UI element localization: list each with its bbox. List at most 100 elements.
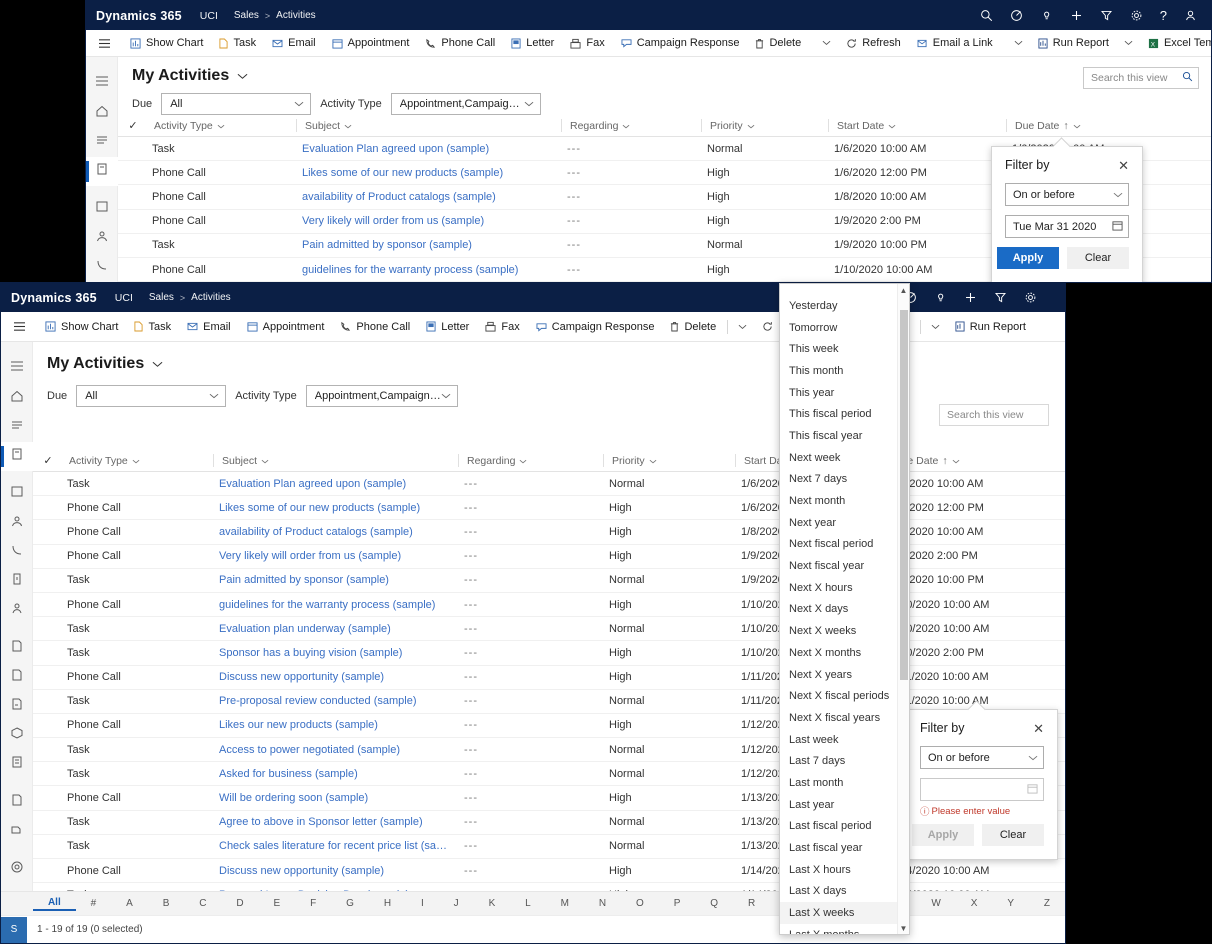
column-header-priority[interactable]: Priority: [701, 119, 828, 132]
alpha-index-j[interactable]: J: [439, 898, 474, 909]
calendar-icon[interactable]: [1027, 783, 1038, 797]
dropdown-item[interactable]: This month: [780, 360, 897, 382]
cmd-fax[interactable]: Fax: [562, 30, 612, 56]
nav-rail-dashboards[interactable]: [86, 195, 118, 224]
table-row[interactable]: Task Evaluation Plan agreed upon (sample)…: [33, 472, 1065, 497]
alpha-index-e[interactable]: E: [259, 898, 296, 909]
dropdown-item[interactable]: Last X hours: [780, 859, 897, 881]
clear-button[interactable]: Clear: [982, 824, 1044, 846]
scroll-down-arrow-icon[interactable]: ▼: [898, 922, 909, 934]
alpha-index-g[interactable]: G: [331, 898, 369, 909]
nav-rail-recent[interactable]: [86, 128, 118, 157]
alpha-index-#[interactable]: #: [76, 898, 111, 909]
column-header-subject[interactable]: Subject: [296, 119, 561, 132]
dropdown-item[interactable]: Next X fiscal years: [780, 707, 897, 729]
cmd-show-chart[interactable]: Show Chart: [37, 312, 126, 341]
chevron-down-icon[interactable]: [888, 120, 896, 132]
dropdown-item[interactable]: Tomorrow: [780, 317, 897, 339]
cmd-show-chart[interactable]: Show Chart: [122, 30, 211, 56]
alpha-index-r[interactable]: R: [733, 898, 770, 909]
cell-subject[interactable]: availability of Product catalogs (sample…: [211, 526, 456, 538]
cmd-email[interactable]: Email: [179, 312, 239, 341]
email-link-caret-icon[interactable]: [924, 312, 947, 341]
nav-rail-accounts[interactable]: [86, 224, 118, 253]
run-report-caret-icon[interactable]: [1117, 30, 1140, 56]
dropdown-item[interactable]: Next X years: [780, 664, 897, 686]
cell-subject[interactable]: Agree to above in Sponsor letter (sample…: [211, 816, 456, 828]
alpha-index-all[interactable]: All: [33, 897, 76, 911]
nav-rail-contacts[interactable]: [86, 253, 118, 282]
cell-subject[interactable]: Pre-proposal review conducted (sample): [211, 695, 456, 707]
nav-rail-orders[interactable]: [1, 692, 33, 721]
dropdown-item[interactable]: This fiscal year: [780, 425, 897, 447]
site-map-toggle[interactable]: [1, 321, 37, 332]
alpha-index-a[interactable]: A: [111, 898, 148, 909]
nav-rail-sales-literature[interactable]: [1, 788, 33, 817]
alpha-index-o[interactable]: O: [621, 898, 659, 909]
cmd-delete[interactable]: Delete: [662, 312, 724, 341]
gear-icon[interactable]: [1130, 9, 1143, 22]
cmd-task[interactable]: Task: [211, 30, 264, 56]
search-icon[interactable]: [980, 9, 993, 22]
activity-type-filter-select[interactable]: Appointment,Campaign Acti...: [390, 93, 541, 115]
cmd-appointment[interactable]: Appointment: [324, 30, 418, 56]
cmd-letter[interactable]: Letter: [418, 312, 477, 341]
table-row[interactable]: Task Evaluation plan underway (sample) ---…: [33, 617, 1065, 642]
nav-rail-activities[interactable]: [86, 157, 118, 186]
cell-subject[interactable]: availability of Product catalogs (sample…: [294, 191, 559, 203]
chevron-down-icon[interactable]: [344, 120, 352, 132]
cell-subject[interactable]: Check sales literature for recent price …: [211, 840, 456, 852]
site-map-toggle[interactable]: [86, 38, 122, 49]
alpha-index-w[interactable]: W: [916, 898, 955, 909]
close-icon[interactable]: ✕: [1118, 159, 1129, 172]
dropdown-item[interactable]: Next X hours: [780, 577, 897, 599]
column-header-due-date[interactable]: Due Date ↑: [1006, 119, 1196, 132]
dropdown-item[interactable]: Last week: [780, 729, 897, 751]
dropdown-item[interactable]: Last fiscal year: [780, 837, 897, 859]
cell-subject[interactable]: Likes some of our new products (sample): [294, 167, 559, 179]
command-bar-back[interactable]: Show Chart Task Email Appointment Phone …: [86, 30, 1211, 57]
cmd-campaign-response[interactable]: Campaign Response: [528, 312, 663, 341]
lightbulb-icon[interactable]: [934, 291, 947, 304]
cmd-excel-templates[interactable]: XExcel Templates: [1140, 30, 1211, 56]
dropdown-item[interactable]: Last X months: [780, 924, 897, 934]
nav-rail-quotes[interactable]: [1, 663, 33, 692]
breadcrumb[interactable]: Sales > Activities: [234, 10, 316, 21]
cell-subject[interactable]: Evaluation Plan agreed upon (sample): [211, 478, 456, 490]
alpha-index-l[interactable]: L: [510, 898, 545, 909]
cell-subject[interactable]: Evaluation Plan agreed upon (sample): [294, 143, 559, 155]
table-row[interactable]: Task Pain admitted by sponsor (sample) ---…: [33, 569, 1065, 593]
cell-subject[interactable]: Pain admitted by sponsor (sample): [294, 239, 559, 251]
alpha-index-h[interactable]: H: [369, 898, 406, 909]
dropdown-item[interactable]: Next X months: [780, 642, 897, 664]
column-header-due-date[interactable]: Due Date ↑: [885, 454, 1065, 467]
dropdown-item[interactable]: Next month: [780, 490, 897, 512]
nav-rail-opportunities[interactable]: [1, 596, 33, 625]
cell-subject[interactable]: guidelines for the warranty process (sam…: [211, 599, 456, 611]
breadcrumb-parent[interactable]: Sales: [234, 10, 259, 21]
cmd-task[interactable]: Task: [126, 312, 179, 341]
due-filter-select[interactable]: All: [161, 93, 312, 115]
target-icon[interactable]: [1010, 9, 1023, 22]
dropdown-item[interactable]: Last fiscal period: [780, 816, 897, 838]
alpha-index-f[interactable]: F: [295, 898, 331, 909]
dropdown-item[interactable]: Next fiscal year: [780, 555, 897, 577]
breadcrumb[interactable]: Sales > Activities: [149, 292, 231, 303]
nav-rail-goals[interactable]: [1, 855, 33, 884]
close-icon[interactable]: ✕: [1033, 722, 1044, 735]
alpha-index-m[interactable]: M: [546, 898, 584, 909]
apply-button[interactable]: Apply: [912, 824, 974, 846]
dropdown-item[interactable]: Last X days: [780, 881, 897, 903]
alpha-index-p[interactable]: P: [659, 898, 696, 909]
delete-more-caret-icon[interactable]: [731, 312, 754, 341]
lightbulb-icon[interactable]: [1040, 9, 1053, 22]
clear-button[interactable]: Clear: [1067, 247, 1129, 269]
table-row[interactable]: Task Sponsor has a buying vision (sample)…: [33, 641, 1065, 666]
nav-rail-products[interactable]: [1, 721, 33, 750]
cmd-run-report[interactable]: Run Report: [1030, 30, 1117, 56]
alpha-index-k[interactable]: K: [474, 898, 511, 909]
due-filter-select[interactable]: All: [76, 385, 227, 407]
breadcrumb-parent[interactable]: Sales: [149, 292, 174, 303]
dropdown-items[interactable]: Yesterday Tomorrow This week This month This…: [780, 295, 897, 934]
filter-icon[interactable]: [994, 291, 1007, 304]
